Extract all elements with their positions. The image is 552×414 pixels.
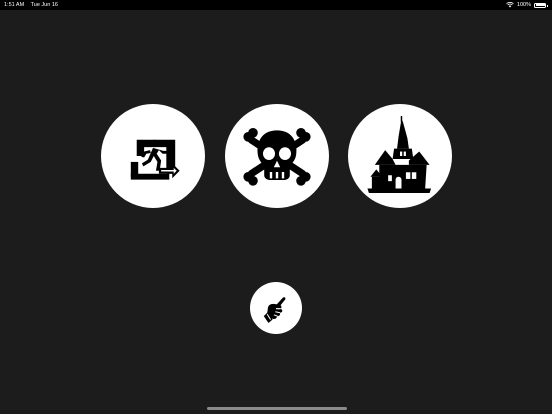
skull-crossbones-icon [243, 128, 311, 186]
wifi-icon [506, 2, 514, 8]
haunted-house-icon [367, 116, 432, 193]
status-bar: 1:51 AM Tue Jun 16 100% [0, 0, 552, 10]
status-date: Tue Jun 16 [30, 2, 58, 8]
status-left: 1:51 AM Tue Jun 16 [4, 0, 63, 10]
exit-option-button[interactable] [101, 104, 205, 208]
skull-option-button[interactable] [225, 104, 329, 208]
app-screen: 1:51 AM Tue Jun 16 100% [0, 0, 552, 414]
status-time: 1:51 AM [4, 2, 25, 8]
battery-percent: 100% [516, 2, 531, 8]
action-button[interactable] [250, 282, 302, 334]
haunted-house-option-button[interactable] [348, 104, 452, 208]
status-right: 100% [506, 0, 548, 10]
home-indicator[interactable] [207, 407, 347, 410]
battery-fill [535, 4, 545, 6]
emergency-exit-icon [130, 139, 180, 180]
battery-icon [534, 2, 548, 8]
pointing-hand-icon [263, 297, 286, 323]
